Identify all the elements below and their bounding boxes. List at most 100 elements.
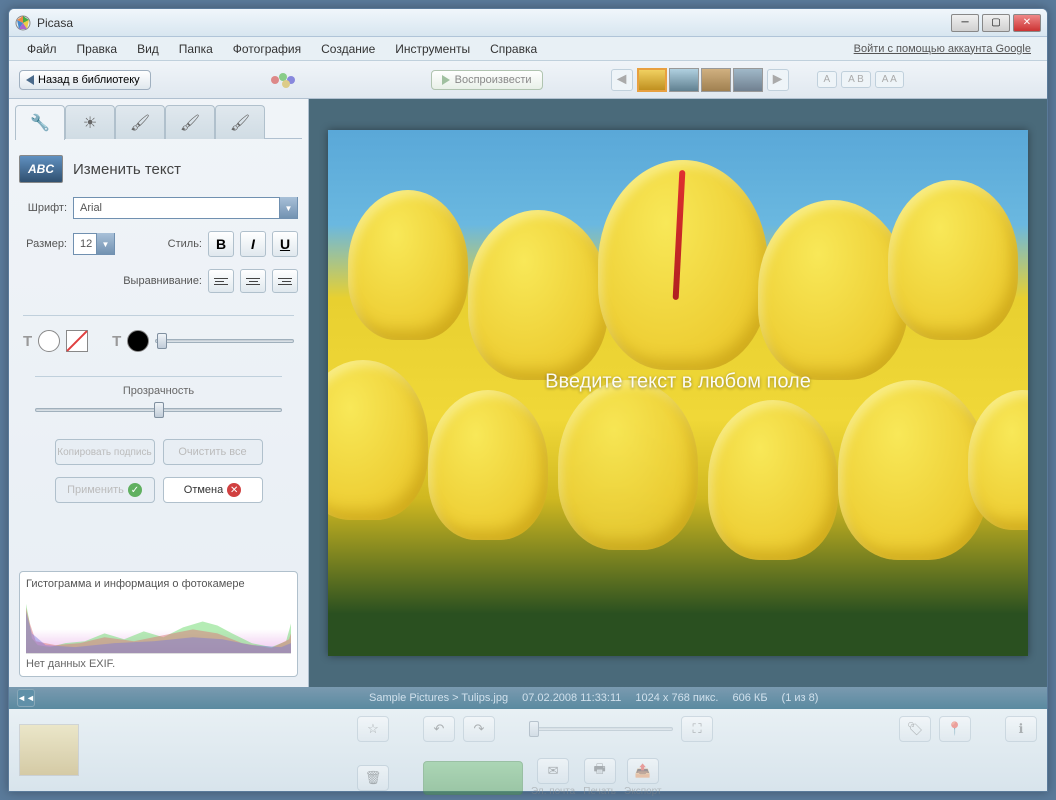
menu-tools[interactable]: Инструменты	[385, 39, 480, 59]
tab-basic-fixes[interactable]: 🔧	[15, 105, 65, 140]
status-dimensions: 1024 x 768 пикс.	[635, 692, 718, 704]
compare-aa-button[interactable]: A A	[875, 71, 904, 88]
transparency-slider[interactable]	[35, 401, 282, 419]
fill-color-picker[interactable]	[38, 330, 60, 352]
thumbnail-nav: ◄ ►	[611, 68, 789, 92]
fit-button[interactable]: ⛶	[681, 716, 713, 742]
check-icon: ✓	[128, 483, 142, 497]
tray-thumbnail[interactable]	[19, 724, 79, 776]
prev-image-button[interactable]: ◄	[611, 69, 633, 91]
style-label: Стиль:	[168, 238, 202, 250]
export-button[interactable]: 📤	[627, 758, 659, 784]
thumbnail-1[interactable]	[637, 68, 667, 92]
compare-ab-button[interactable]: A B	[841, 71, 871, 88]
no-fill-button[interactable]	[66, 330, 88, 352]
photo-image: Введите текст в любом поле	[328, 130, 1028, 656]
menu-create[interactable]: Создание	[311, 39, 385, 59]
section-title: Изменить текст	[73, 161, 181, 178]
align-left-button[interactable]	[208, 269, 234, 293]
bottom-toolbar: ☆ ↶ ↷ ⛶ 🏷 📍 ℹ 🗑 ✉ Эл. почта 🖶 Печать	[9, 709, 1047, 791]
size-value: 12	[80, 238, 92, 250]
menu-folder[interactable]: Папка	[169, 39, 223, 59]
clear-all-button[interactable]: Очистить все	[163, 439, 263, 465]
rotate-left-button[interactable]: ↶	[423, 716, 455, 742]
cancel-button[interactable]: Отмена ✕	[163, 477, 263, 503]
outline-width-slider[interactable]	[155, 332, 294, 350]
action-row-2: Применить ✓ Отмена ✕	[19, 477, 298, 503]
close-button[interactable]: ✕	[1013, 14, 1041, 32]
histogram-title: Гистограмма и информация о фотокамере	[26, 578, 291, 590]
dropdown-arrow-icon: ▼	[96, 233, 114, 255]
tab-tuning[interactable]: ☀	[65, 105, 115, 139]
histogram-graph	[26, 594, 291, 654]
back-to-library-button[interactable]: Назад в библиотеку	[19, 70, 151, 90]
size-dropdown[interactable]: 12 ▼	[73, 233, 115, 255]
tab-effects-1[interactable]: 🖌	[115, 105, 165, 139]
window-title: Picasa	[37, 16, 951, 30]
back-arrow-icon	[26, 75, 34, 85]
play-slideshow-button[interactable]: Воспроизвести	[431, 70, 543, 90]
edit-tabs: 🔧 ☀ 🖌 🖌 🖌	[15, 105, 302, 139]
menu-help[interactable]: Справка	[480, 39, 547, 59]
star-button[interactable]: ☆	[357, 716, 389, 742]
align-label: Выравнивание:	[123, 275, 202, 287]
dropdown-arrow-icon: ▼	[279, 197, 297, 219]
geo-button[interactable]: 📍	[939, 716, 971, 742]
print-group: 🖶 Печать	[583, 758, 616, 797]
tab-effects-3[interactable]: 🖌	[215, 105, 265, 139]
font-dropdown[interactable]: Arial ▼	[73, 197, 298, 219]
info-button[interactable]: ℹ	[1005, 716, 1037, 742]
photo-canvas[interactable]: Введите текст в любом поле	[309, 99, 1047, 687]
print-button[interactable]: 🖶	[584, 758, 616, 784]
transparency-section: Прозрачность	[35, 376, 282, 419]
menu-edit[interactable]: Правка	[67, 39, 128, 59]
thumbnail-3[interactable]	[701, 68, 731, 92]
signin-link[interactable]: Войти с помощью аккаунта Google	[854, 43, 1039, 55]
thumbnail-4[interactable]	[733, 68, 763, 92]
export-group: 📤 Экспорт	[624, 758, 662, 797]
minimize-button[interactable]: ─	[951, 14, 979, 32]
compare-a-button[interactable]: A	[817, 71, 838, 88]
app-window: Picasa ─ ▢ ✕ Файл Правка Вид Папка Фотог…	[8, 8, 1048, 792]
play-label: Воспроизвести	[455, 74, 532, 86]
bold-button[interactable]: B	[208, 231, 234, 257]
section-header: ABC Изменить текст	[19, 155, 298, 183]
email-button[interactable]: ✉	[537, 758, 569, 784]
share-button[interactable]	[423, 761, 523, 795]
maximize-button[interactable]: ▢	[982, 14, 1010, 32]
italic-button[interactable]: I	[240, 231, 266, 257]
fill-color-label: T	[23, 333, 32, 350]
color-row: T T	[23, 315, 294, 352]
copy-caption-button[interactable]: Копировать подпись	[55, 439, 155, 465]
apply-button[interactable]: Применить ✓	[55, 477, 155, 503]
text-tool-icon: ABC	[19, 155, 63, 183]
menu-view[interactable]: Вид	[127, 39, 169, 59]
compare-buttons: A A B A A	[817, 71, 904, 88]
size-label: Размер:	[19, 238, 67, 250]
align-center-button[interactable]	[240, 269, 266, 293]
color-palette-icon[interactable]	[269, 71, 303, 89]
status-date: 07.02.2008 11:33:11	[522, 692, 621, 704]
status-path: Sample Pictures > Tulips.jpg	[369, 692, 508, 704]
rotate-right-button[interactable]: ↷	[463, 716, 495, 742]
back-label: Назад в библиотеку	[38, 74, 140, 86]
font-row: Шрифт: Arial ▼	[19, 197, 298, 219]
align-right-button[interactable]	[272, 269, 298, 293]
collapse-tray-button[interactable]: ◄◄	[17, 689, 35, 707]
menu-file[interactable]: Файл	[17, 39, 67, 59]
tag-button[interactable]: 🏷	[899, 716, 931, 742]
text-placeholder[interactable]: Введите текст в любом поле	[545, 371, 811, 394]
outline-color-picker[interactable]	[127, 330, 149, 352]
underline-button[interactable]: U	[272, 231, 298, 257]
play-icon	[442, 75, 450, 85]
zoom-slider[interactable]	[529, 720, 673, 738]
thumbnail-2[interactable]	[669, 68, 699, 92]
menu-photo[interactable]: Фотография	[223, 39, 311, 59]
status-filesize: 606 КБ	[733, 692, 768, 704]
edit-panel: 🔧 ☀ 🖌 🖌 🖌 ABC Изменить текст Шрифт: Aria…	[9, 99, 309, 687]
tab-effects-2[interactable]: 🖌	[165, 105, 215, 139]
next-image-button[interactable]: ►	[767, 69, 789, 91]
menubar: Файл Правка Вид Папка Фотография Создани…	[9, 37, 1047, 61]
thumbnail-strip	[637, 68, 763, 92]
delete-button[interactable]: 🗑	[357, 765, 389, 791]
